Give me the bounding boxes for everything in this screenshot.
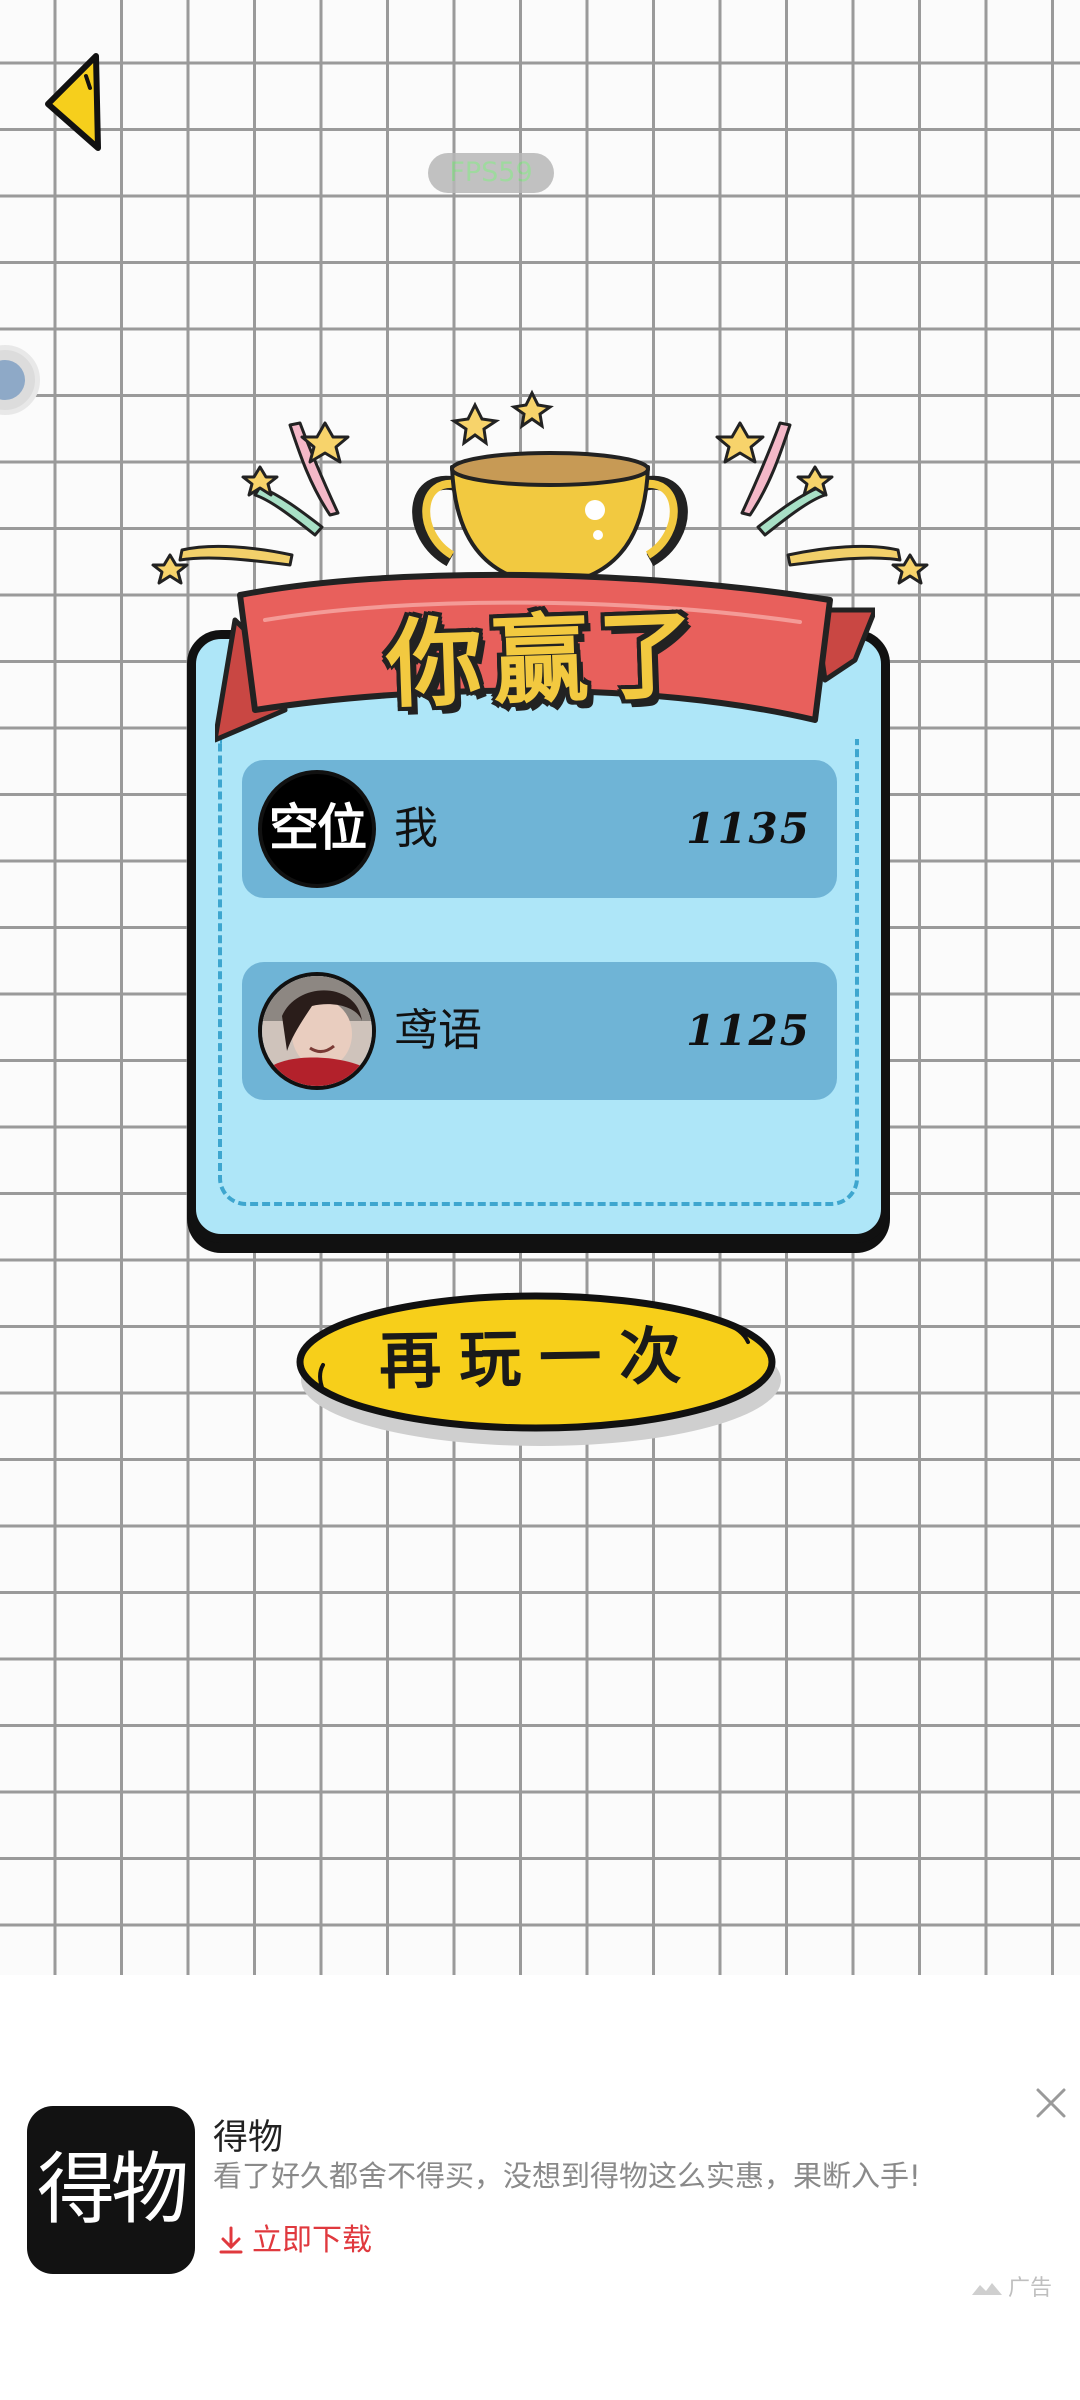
fps-counter: FPS59 (428, 153, 554, 193)
player-row-me: 空位 我 1135 (242, 760, 837, 898)
game-canvas: FPS59 你赢了 空位 我 1135 鸢语 1125 再玩一次 (0, 0, 1080, 1975)
ad-description: 看了好久都舍不得买，没想到得物这么实惠，果断入手! (213, 2159, 921, 2193)
download-icon (219, 2226, 243, 2254)
ad-tag-label: 广告 (1008, 2276, 1053, 2301)
firework-right-icon (715, 421, 929, 585)
ad-banner[interactable]: 得物 得物 看了好久都舍不得买，没想到得物这么实惠，果断入手! 立即下载 广告 (0, 1975, 1080, 2400)
ad-tag: 广告 (970, 2270, 1052, 2302)
player-score: 1135 (686, 804, 811, 853)
victory-ribbon: 你赢了 (215, 560, 875, 760)
player-name: 我 (394, 803, 438, 854)
close-icon[interactable] (1034, 2086, 1068, 2120)
sparkle-icon (449, 389, 554, 447)
avatar (258, 972, 376, 1090)
firework-left-icon (151, 421, 350, 585)
ad-download-label: 立即下载 (252, 2223, 372, 2258)
player-name: 鸢语 (394, 1005, 482, 1056)
victory-title: 你赢了 (384, 597, 707, 722)
play-again-label: 再玩一次 (378, 1319, 700, 1398)
avatar-empty-slot: 空位 (258, 770, 376, 888)
ad-download-button[interactable]: 立即下载 (218, 2215, 372, 2259)
back-triangle-icon[interactable] (38, 48, 110, 160)
ad-app-logo[interactable]: 得物 (27, 2106, 195, 2274)
ad-source-icon (972, 2283, 1002, 2295)
player-row-opponent: 鸢语 1125 (242, 962, 837, 1100)
floating-assistant-icon[interactable] (0, 345, 40, 415)
player-score: 1125 (686, 1006, 811, 1055)
avatar-photo-icon (262, 976, 372, 1086)
play-again-button[interactable]: 再玩一次 (293, 1280, 785, 1455)
